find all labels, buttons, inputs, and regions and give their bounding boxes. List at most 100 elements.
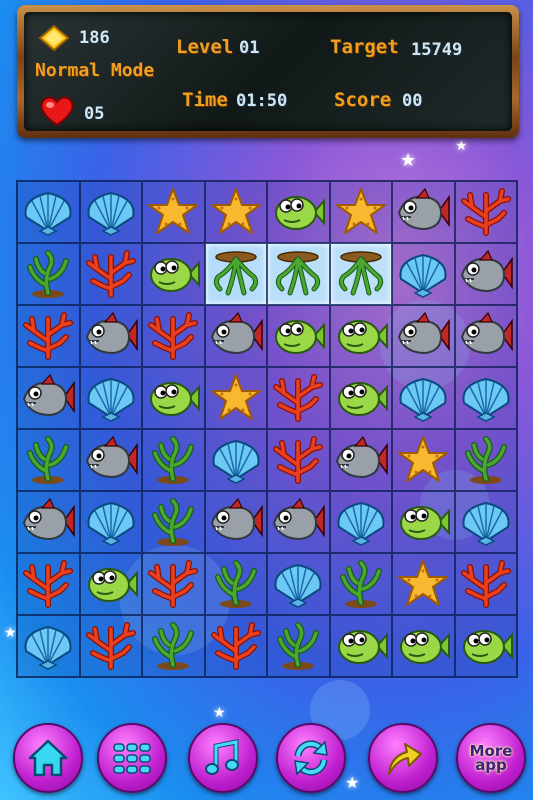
greenfish-icon (333, 373, 389, 423)
shell-icon (395, 249, 451, 299)
board-tile[interactable] (329, 181, 392, 243)
board-tile[interactable] (17, 181, 80, 243)
board-tile[interactable] (267, 243, 330, 305)
seaweed-icon (208, 559, 264, 609)
board-tile[interactable] (329, 305, 392, 367)
seaweed-icon (270, 621, 326, 671)
board-tile[interactable] (204, 615, 267, 677)
coral-icon (20, 559, 76, 609)
greenfish-icon (145, 249, 201, 299)
board-tile[interactable] (392, 305, 455, 367)
menu-button[interactable] (97, 723, 167, 793)
level-label: Level (176, 36, 234, 58)
target-value: 15749 (411, 40, 463, 60)
board-tile[interactable] (17, 553, 80, 615)
shell-icon (458, 373, 514, 423)
arrow-icon (388, 743, 422, 775)
board-tile[interactable] (204, 491, 267, 553)
lives-count: 05 (84, 104, 105, 124)
board-tile[interactable] (454, 429, 517, 491)
music-button[interactable] (188, 723, 258, 793)
board-tile[interactable] (17, 429, 80, 491)
board-tile[interactable] (17, 305, 80, 367)
home-button[interactable] (13, 723, 83, 793)
seaweed-icon (145, 621, 201, 671)
board-tile[interactable] (79, 553, 142, 615)
board-tile[interactable] (267, 429, 330, 491)
shell-icon (270, 559, 326, 609)
board-tile[interactable] (392, 553, 455, 615)
board-tile[interactable] (267, 305, 330, 367)
sparkle-icon: ★ (455, 138, 468, 154)
board-tile[interactable] (392, 243, 455, 305)
board-tile[interactable] (329, 553, 392, 615)
board-tile[interactable] (329, 367, 392, 429)
board-tile[interactable] (454, 243, 517, 305)
coral-icon (458, 559, 514, 609)
board-tile[interactable] (392, 181, 455, 243)
board-tile[interactable] (267, 367, 330, 429)
board-tile[interactable] (329, 615, 392, 677)
board-tile[interactable] (454, 181, 517, 243)
board-tile[interactable] (17, 491, 80, 553)
board-tile[interactable] (329, 491, 392, 553)
board-tile[interactable] (142, 305, 205, 367)
board-tile[interactable] (79, 367, 142, 429)
shell-icon (83, 373, 139, 423)
board-tile[interactable] (267, 553, 330, 615)
board-tile[interactable] (204, 367, 267, 429)
seaweed-icon (458, 435, 514, 485)
board-tile[interactable] (267, 615, 330, 677)
board-tile[interactable] (142, 181, 205, 243)
board-tile[interactable] (79, 243, 142, 305)
coral-icon (83, 249, 139, 299)
board-tile[interactable] (392, 429, 455, 491)
gem-icon (38, 25, 70, 51)
board-tile[interactable] (454, 305, 517, 367)
more-app-button[interactable]: More app (456, 723, 526, 793)
board-tile[interactable] (142, 553, 205, 615)
board-tile[interactable] (392, 615, 455, 677)
board-tile[interactable] (79, 429, 142, 491)
board-tile[interactable] (204, 181, 267, 243)
board-tile[interactable] (267, 491, 330, 553)
board-tile[interactable] (204, 553, 267, 615)
heart-icon (40, 96, 74, 127)
board-tile[interactable] (204, 429, 267, 491)
shell-icon (20, 187, 76, 237)
share-button[interactable] (368, 723, 438, 793)
board-tile[interactable] (329, 429, 392, 491)
board-tile[interactable] (204, 305, 267, 367)
board-tile[interactable] (79, 181, 142, 243)
sparkle-icon: ★ (345, 773, 360, 792)
seaweed-icon (145, 435, 201, 485)
board-tile[interactable] (267, 181, 330, 243)
board-tile[interactable] (17, 615, 80, 677)
board-tile[interactable] (142, 429, 205, 491)
board-tile[interactable] (17, 243, 80, 305)
board-tile[interactable] (392, 367, 455, 429)
grayfish-icon (83, 311, 139, 361)
board-tile[interactable] (204, 243, 267, 305)
greenfish-icon (145, 373, 201, 423)
score-value: 00 (402, 91, 423, 111)
grayfish-icon (395, 311, 451, 361)
board-tile[interactable] (142, 367, 205, 429)
refresh-button[interactable] (276, 723, 346, 793)
board-tile[interactable] (142, 243, 205, 305)
grayfish-icon (20, 373, 76, 423)
board-tile[interactable] (142, 615, 205, 677)
board-tile[interactable] (79, 615, 142, 677)
greenfish-icon (458, 621, 514, 671)
board-tile[interactable] (79, 491, 142, 553)
board-tile[interactable] (392, 491, 455, 553)
board-tile[interactable] (454, 615, 517, 677)
board-tile[interactable] (17, 367, 80, 429)
board-tile[interactable] (454, 367, 517, 429)
board-tile[interactable] (454, 491, 517, 553)
board-tile[interactable] (329, 243, 392, 305)
board-tile[interactable] (79, 305, 142, 367)
board-tile[interactable] (454, 553, 517, 615)
coral-icon (83, 621, 139, 671)
board-tile[interactable] (142, 491, 205, 553)
